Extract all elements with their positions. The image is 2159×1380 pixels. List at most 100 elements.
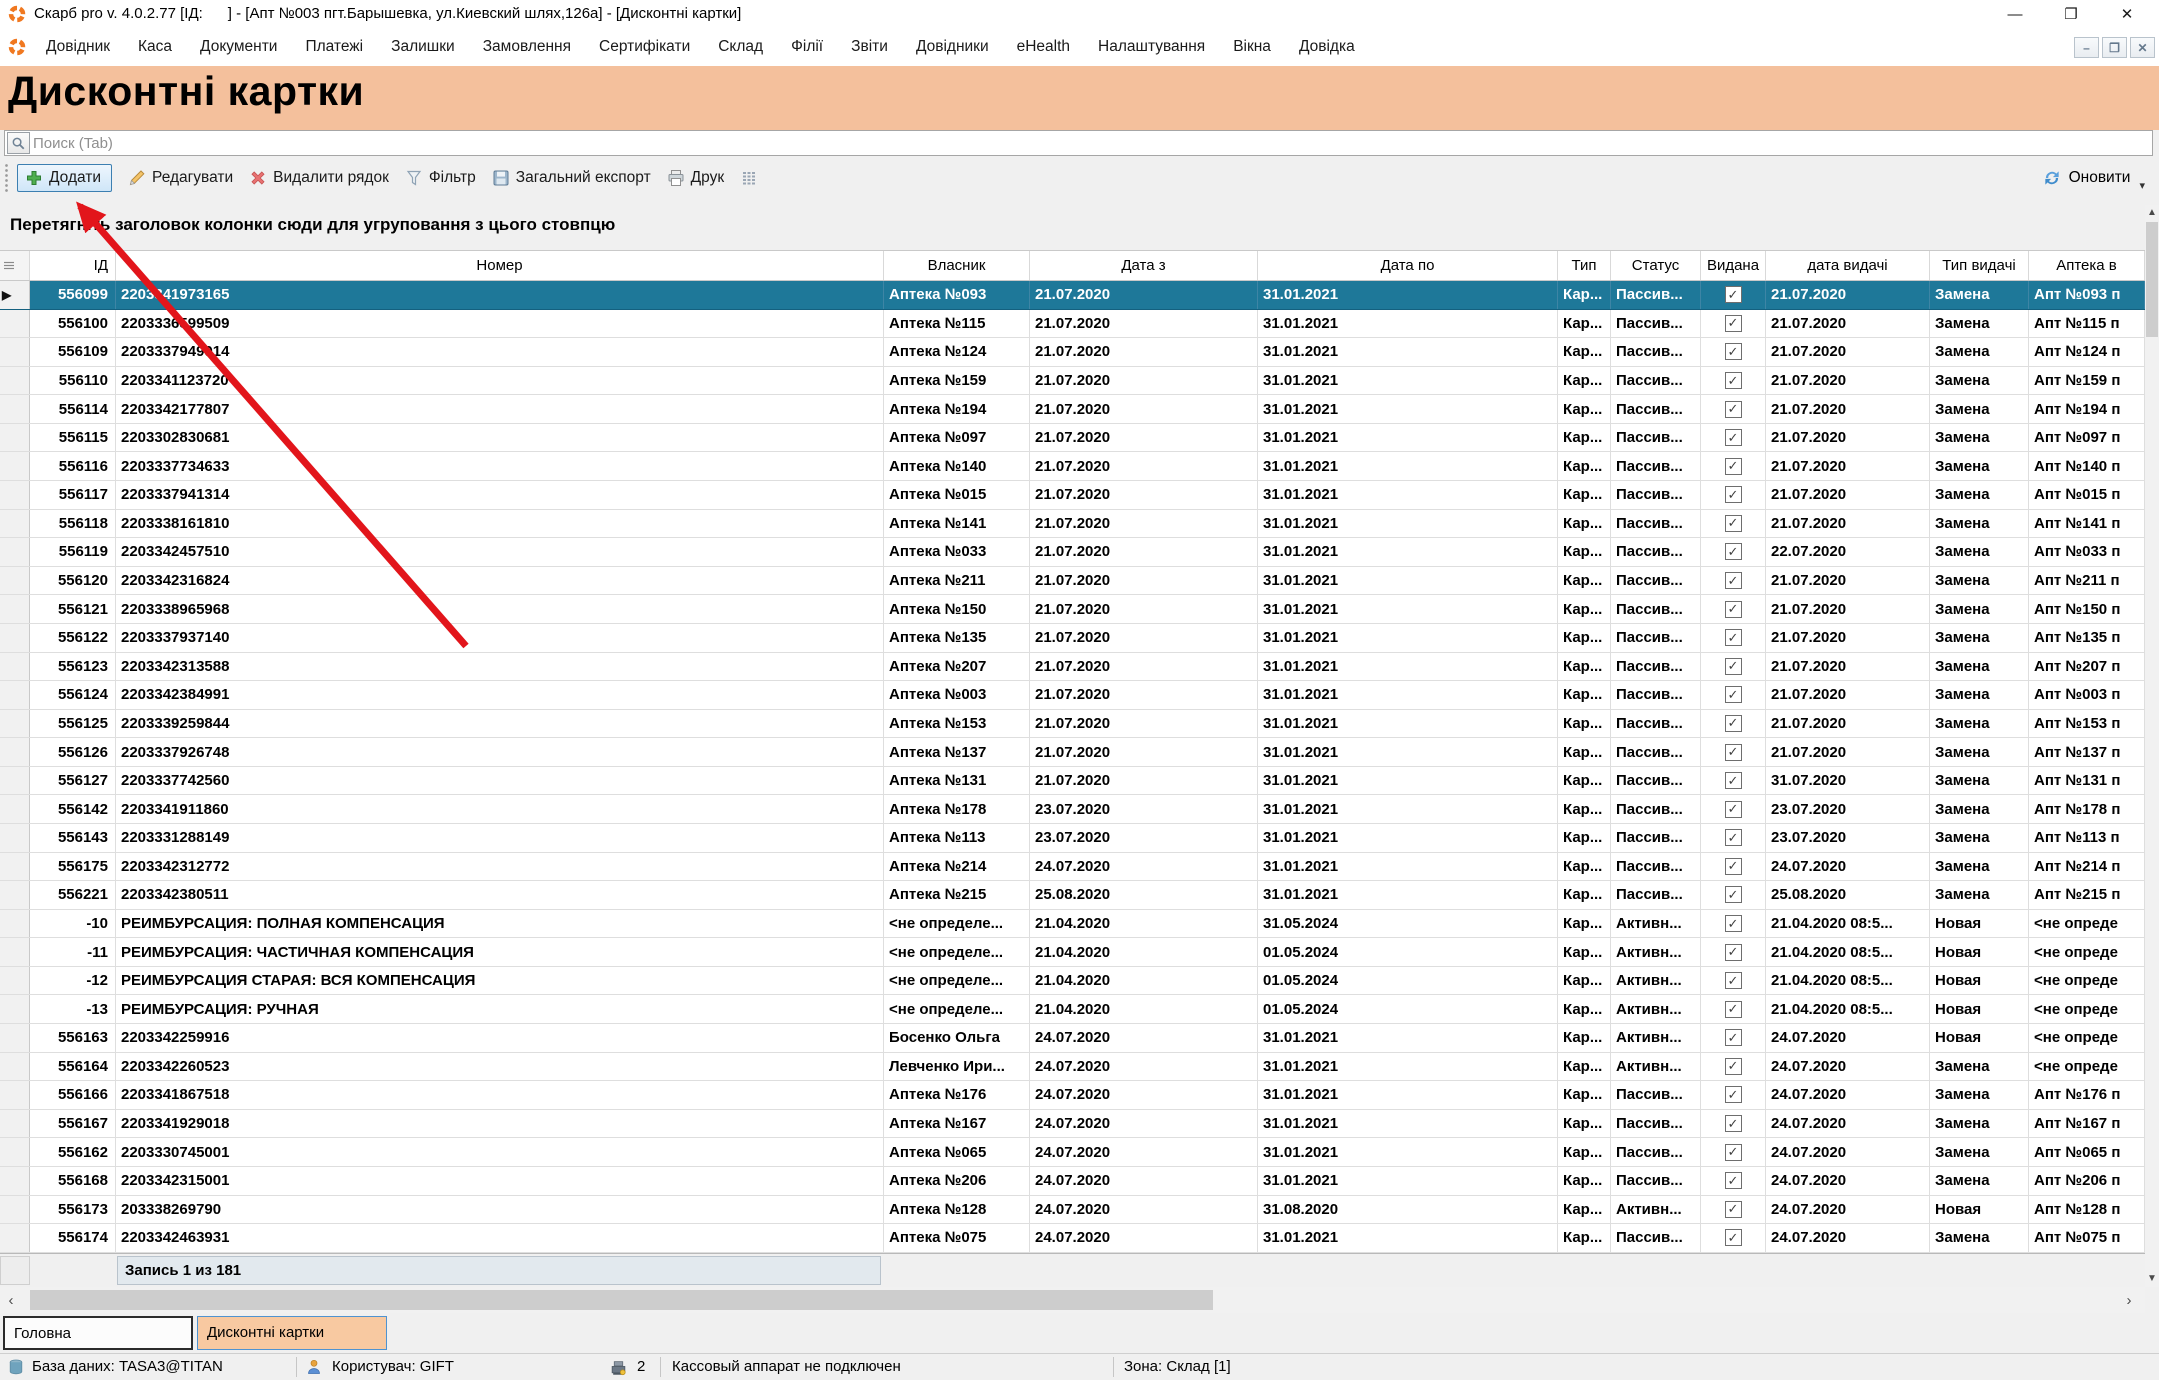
issued-checkbox[interactable] bbox=[1725, 1029, 1742, 1046]
vertical-scrollbar[interactable]: ▲ ▼ bbox=[2145, 205, 2159, 1287]
scroll-left-arrow-icon[interactable]: ‹ bbox=[2, 1287, 20, 1313]
issued-checkbox[interactable] bbox=[1725, 315, 1742, 332]
menu-item[interactable]: Документи bbox=[200, 38, 277, 56]
issued-checkbox[interactable] bbox=[1725, 1144, 1742, 1161]
print-button[interactable]: Друк bbox=[667, 169, 724, 187]
issued-checkbox[interactable] bbox=[1725, 286, 1742, 303]
issued-checkbox[interactable] bbox=[1725, 772, 1742, 789]
filter-button[interactable]: Фільтр bbox=[405, 169, 476, 187]
menu-item[interactable]: Довідники bbox=[916, 38, 989, 56]
group-by-panel[interactable]: Перетягніть заголовок колонки сюди для у… bbox=[0, 200, 2145, 250]
col-header-date-from[interactable]: Дата з bbox=[1030, 251, 1258, 280]
table-row[interactable]: 556118 2203338161810 Аптека №141 21.07.2… bbox=[0, 510, 2145, 539]
menu-item[interactable]: eHealth bbox=[1017, 38, 1070, 56]
table-row[interactable]: 556221 2203342380511 Аптека №215 25.08.2… bbox=[0, 881, 2145, 910]
table-row[interactable]: 556168 2203342315001 Аптека №206 24.07.2… bbox=[0, 1167, 2145, 1196]
issued-checkbox[interactable] bbox=[1725, 543, 1742, 560]
issued-checkbox[interactable] bbox=[1725, 458, 1742, 475]
issued-checkbox[interactable] bbox=[1725, 1058, 1742, 1075]
toolbar-grip[interactable] bbox=[4, 163, 9, 193]
col-header-owner[interactable]: Власник bbox=[884, 251, 1030, 280]
table-row[interactable]: 556142 2203341911860 Аптека №178 23.07.2… bbox=[0, 795, 2145, 824]
table-row[interactable]: 556127 2203337742560 Аптека №131 21.07.2… bbox=[0, 767, 2145, 796]
issued-checkbox[interactable] bbox=[1725, 686, 1742, 703]
table-row[interactable]: -11 РЕИМБУРСАЦИЯ: ЧАСТИЧНАЯ КОМПЕНСАЦИЯ … bbox=[0, 938, 2145, 967]
mdi-minimize-button[interactable]: – bbox=[2074, 37, 2099, 58]
menu-item[interactable]: Довідник bbox=[46, 38, 110, 56]
menu-item[interactable]: Звіти bbox=[851, 38, 888, 56]
issued-checkbox[interactable] bbox=[1725, 744, 1742, 761]
table-row[interactable]: -13 РЕИМБУРСАЦИЯ: РУЧНАЯ <не определе...… bbox=[0, 995, 2145, 1024]
chevron-down-icon[interactable]: ▾ bbox=[2139, 179, 2145, 192]
issued-checkbox[interactable] bbox=[1725, 915, 1742, 932]
col-header-status[interactable]: Статус bbox=[1611, 251, 1701, 280]
table-row[interactable]: 556164 2203342260523 Левченко Ири... 24.… bbox=[0, 1053, 2145, 1082]
col-header-number[interactable]: Номер bbox=[116, 251, 884, 280]
issued-checkbox[interactable] bbox=[1725, 1172, 1742, 1189]
menu-item[interactable]: Каса bbox=[138, 38, 172, 56]
issued-checkbox[interactable] bbox=[1725, 572, 1742, 589]
col-header-issued[interactable]: Видана bbox=[1701, 251, 1766, 280]
issued-checkbox[interactable] bbox=[1725, 1229, 1742, 1246]
column-chooser-icon[interactable] bbox=[740, 169, 758, 187]
issued-checkbox[interactable] bbox=[1725, 886, 1742, 903]
issued-checkbox[interactable] bbox=[1725, 429, 1742, 446]
issued-checkbox[interactable] bbox=[1725, 944, 1742, 961]
horizontal-scrollbar[interactable]: ‹ › bbox=[0, 1287, 2145, 1313]
table-row[interactable]: 556099 2203341973165 Аптека №093 21.07.2… bbox=[0, 281, 2145, 310]
mdi-close-button[interactable]: ✕ bbox=[2130, 37, 2155, 58]
issued-checkbox[interactable] bbox=[1725, 801, 1742, 818]
close-button[interactable]: ✕ bbox=[2099, 0, 2155, 28]
issued-checkbox[interactable] bbox=[1725, 1086, 1742, 1103]
menu-item[interactable]: Склад bbox=[718, 38, 763, 56]
tab-discount-cards[interactable]: Дисконтні картки bbox=[197, 1316, 387, 1350]
table-row[interactable]: 556109 2203337949914 Аптека №124 21.07.2… bbox=[0, 338, 2145, 367]
issued-checkbox[interactable] bbox=[1725, 1115, 1742, 1132]
issued-checkbox[interactable] bbox=[1725, 1201, 1742, 1218]
table-row[interactable]: 556114 2203342177807 Аптека №194 21.07.2… bbox=[0, 395, 2145, 424]
issued-checkbox[interactable] bbox=[1725, 486, 1742, 503]
table-row[interactable]: 556167 2203341929018 Аптека №167 24.07.2… bbox=[0, 1110, 2145, 1139]
menu-item[interactable]: Сертифікати bbox=[599, 38, 690, 56]
table-row[interactable]: 556166 2203341867518 Аптека №176 24.07.2… bbox=[0, 1081, 2145, 1110]
table-row[interactable]: 556100 2203336599509 Аптека №115 21.07.2… bbox=[0, 310, 2145, 339]
menu-item[interactable]: Замовлення bbox=[483, 38, 571, 56]
table-row[interactable]: 556123 2203342313588 Аптека №207 21.07.2… bbox=[0, 653, 2145, 682]
table-row[interactable]: 556117 2203337941314 Аптека №015 21.07.2… bbox=[0, 481, 2145, 510]
issued-checkbox[interactable] bbox=[1725, 715, 1742, 732]
refresh-button[interactable]: Оновити ▾ bbox=[2042, 156, 2145, 200]
issued-checkbox[interactable] bbox=[1725, 658, 1742, 675]
table-row[interactable]: 556173 203338269790 Аптека №128 24.07.20… bbox=[0, 1196, 2145, 1225]
col-header-issue-date[interactable]: дата видачі bbox=[1766, 251, 1930, 280]
table-row[interactable]: 556110 2203341123720 Аптека №159 21.07.2… bbox=[0, 367, 2145, 396]
col-header-type[interactable]: Тип bbox=[1558, 251, 1611, 280]
delete-row-button[interactable]: Видалити рядок bbox=[249, 169, 389, 187]
col-header-issue-type[interactable]: Тип видачі bbox=[1930, 251, 2029, 280]
table-row[interactable]: 556124 2203342384991 Аптека №003 21.07.2… bbox=[0, 681, 2145, 710]
table-row[interactable]: 556115 2203302830681 Аптека №097 21.07.2… bbox=[0, 424, 2145, 453]
col-header-id[interactable]: ІД bbox=[30, 251, 116, 280]
table-row[interactable]: 556122 2203337937140 Аптека №135 21.07.2… bbox=[0, 624, 2145, 653]
table-row[interactable]: -12 РЕИМБУРСАЦИЯ СТАРАЯ: ВСЯ КОМПЕНСАЦИЯ… bbox=[0, 967, 2145, 996]
menu-item[interactable]: Довідка bbox=[1299, 38, 1355, 56]
menu-item[interactable]: Налаштування bbox=[1098, 38, 1205, 56]
menu-item[interactable]: Платежі bbox=[305, 38, 363, 56]
table-row[interactable]: 556116 2203337734633 Аптека №140 21.07.2… bbox=[0, 452, 2145, 481]
issued-checkbox[interactable] bbox=[1725, 829, 1742, 846]
table-row[interactable]: 556175 2203342312772 Аптека №214 24.07.2… bbox=[0, 853, 2145, 882]
edit-button[interactable]: Редагувати bbox=[128, 169, 233, 187]
issued-checkbox[interactable] bbox=[1725, 601, 1742, 618]
col-header-date-to[interactable]: Дата по bbox=[1258, 251, 1558, 280]
search-input[interactable] bbox=[33, 132, 2143, 154]
issued-checkbox[interactable] bbox=[1725, 401, 1742, 418]
table-row[interactable]: 556163 2203342259916 Босенко Ольга 24.07… bbox=[0, 1024, 2145, 1053]
menu-item[interactable]: Філії bbox=[791, 38, 823, 56]
issued-checkbox[interactable] bbox=[1725, 372, 1742, 389]
table-row[interactable]: 556143 2203331288149 Аптека №113 23.07.2… bbox=[0, 824, 2145, 853]
mdi-restore-button[interactable]: ❐ bbox=[2102, 37, 2127, 58]
export-button[interactable]: Загальний експорт bbox=[492, 169, 651, 187]
tab-home[interactable]: Головна bbox=[3, 1316, 193, 1350]
table-row[interactable]: 556121 2203338965968 Аптека №150 21.07.2… bbox=[0, 595, 2145, 624]
vertical-scrollbar-thumb[interactable] bbox=[2146, 222, 2158, 337]
restore-button[interactable]: ❐ bbox=[2043, 0, 2099, 28]
